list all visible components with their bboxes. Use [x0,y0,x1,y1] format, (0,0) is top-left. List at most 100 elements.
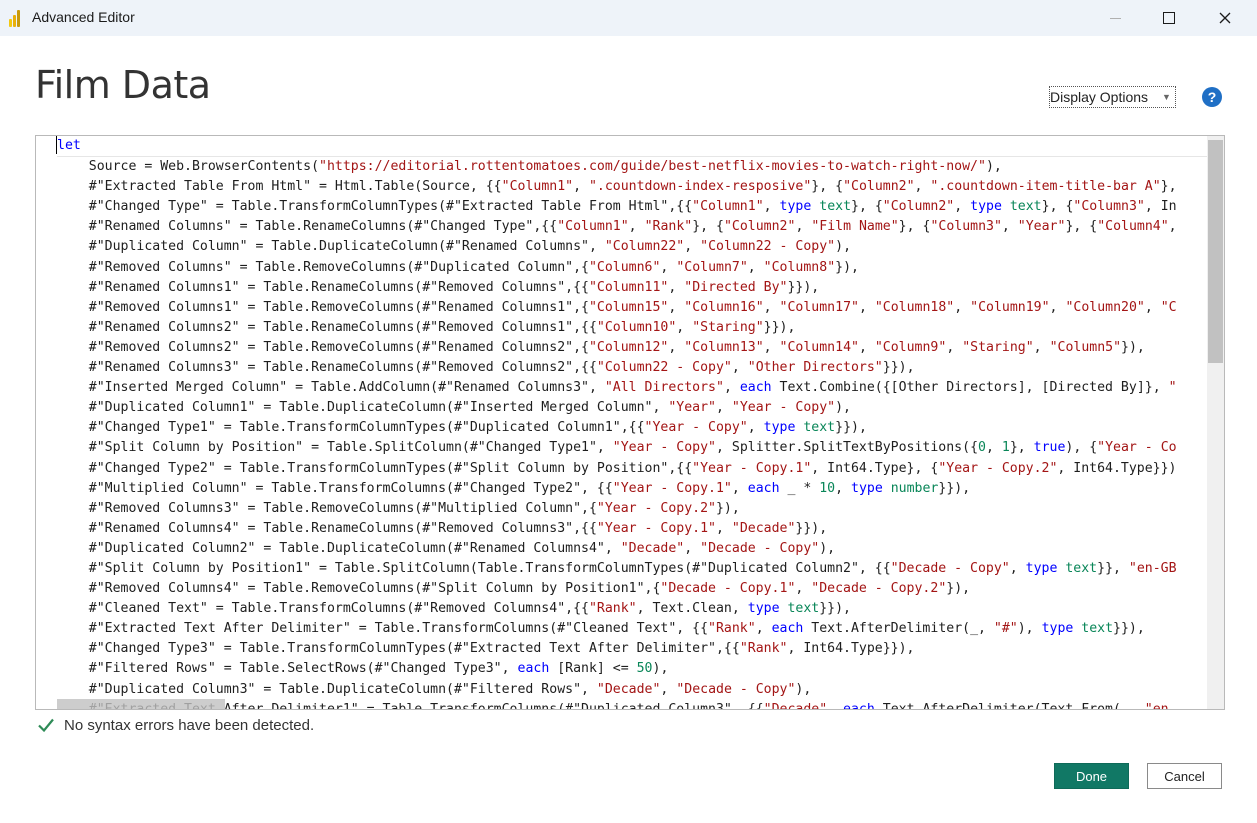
code-token: "Rank" [708,621,756,637]
code-line[interactable]: #"Inserted Merged Column" = Table.AddCol… [57,378,1207,398]
code-token: , [827,702,843,709]
code-token: "#" [993,621,1018,637]
code-token: "Decade" [596,681,661,697]
code-line[interactable]: #"Filtered Rows" = Table.SelectRows(#"Ch… [57,659,1207,679]
maximize-button[interactable] [1146,0,1192,36]
code-line[interactable]: #"Duplicated Column2" = Table.DuplicateC… [57,539,1207,559]
code-line[interactable]: #"Changed Type" = Table.TransformColumnT… [57,197,1207,217]
code-token: , [1168,219,1177,235]
close-button[interactable] [1202,0,1248,36]
code-line[interactable]: #"Renamed Columns1" = Table.RenameColumn… [57,278,1207,298]
code-token: #"Removed Columns4" = Table.RemoveColumn… [57,581,661,597]
code-token: }}), [819,601,851,617]
code-line[interactable]: #"Multiplied Column" = Table.TransformCo… [57,479,1207,499]
code-token: "Column2" [843,179,915,195]
syntax-status-message: No syntax errors have been detected. [64,716,315,734]
code-line[interactable]: #"Duplicated Column3" = Table.DuplicateC… [57,680,1207,700]
code-token: "Column8" [763,259,836,275]
code-token: , [747,259,764,275]
code-line[interactable]: #"Removed Columns4" = Table.RemoveColumn… [57,579,1207,599]
code-token: , [1009,560,1026,576]
code-line[interactable]: #"Extracted Text After Delimiter" = Tabl… [57,619,1207,639]
code-line[interactable]: #"Changed Type2" = Table.TransformColumn… [57,459,1207,479]
code-token: each [843,702,875,709]
code-lines[interactable]: let Source = Web.BrowserContents("https:… [57,136,1207,709]
code-token: ".countdown-index-resposive" [588,179,812,195]
code-line[interactable]: #"Removed Columns3" = Table.RemoveColumn… [57,499,1207,519]
code-token: , [914,179,931,195]
display-options-dropdown[interactable]: Display Options ▼ [1049,86,1176,108]
code-line[interactable]: #"Cleaned Text" = Table.TransformColumns… [57,599,1207,619]
code-line[interactable]: #"Renamed Columns4" = Table.RenameColumn… [57,519,1207,539]
code-token: Text.AfterDelimiter(_, [803,621,994,637]
code-token: "Year - Copy.1" [596,520,716,536]
code-line[interactable]: #"Duplicated Column1" = Table.DuplicateC… [57,398,1207,418]
syntax-status: No syntax errors have been detected. [37,716,314,734]
minimize-button[interactable] [1092,0,1138,36]
code-line[interactable]: #"Removed Columns" = Table.RemoveColumns… [57,258,1207,278]
code-token: 1 [1001,440,1010,456]
code-token: , In [1144,199,1177,215]
code-token: #"Duplicated Column" = Table.DuplicateCo… [57,239,605,255]
code-token: }, { [811,179,844,195]
code-token: "Film Name" [811,219,899,235]
code-token: "Column18" [874,299,955,315]
code-line[interactable]: Source = Web.BrowserContents("https://ed… [57,157,1207,177]
code-line[interactable]: let [57,136,1207,158]
code-token: text [1065,560,1098,576]
code-line[interactable]: #"Removed Columns2" = Table.RemoveColumn… [57,338,1207,358]
vertical-scrollbar[interactable] [1207,136,1224,709]
code-token: 50 [636,661,653,677]
code-token: each [771,621,804,637]
title-bar: Advanced Editor [0,0,1257,36]
code-line[interactable]: #"Split Column by Position1" = Table.Spl… [57,559,1207,579]
code-token: text [819,199,852,215]
code-token: ), { [1065,440,1098,456]
code-line[interactable]: #"Extracted Table From Html" = Html.Tabl… [57,177,1207,197]
code-line[interactable]: #"Renamed Columns2" = Table.RenameColumn… [57,318,1207,338]
code-token: ".countdown-item-title-bar A" [930,179,1161,195]
code-token: }), [835,259,859,275]
code-line[interactable]: #"Split Column by Position" = Table.Spli… [57,438,1207,458]
code-line[interactable]: #"Removed Columns1" = Table.RemoveColumn… [57,298,1207,318]
code-line[interactable]: #"Changed Type1" = Table.TransformColumn… [57,418,1207,438]
code-token: , [858,299,875,315]
code-token: #"Renamed Columns1" = Table.RenameColumn… [57,279,589,295]
code-token: , [755,621,772,637]
done-button[interactable]: Done [1054,763,1129,789]
code-token: ), [819,540,836,556]
code-line[interactable]: #"Changed Type3" = Table.TransformColumn… [57,639,1207,659]
code-token: "Rank" [739,641,788,657]
code-token: ), [795,681,812,697]
code-line[interactable]: #"Renamed Columns" = Table.RenameColumns… [57,217,1207,237]
code-token: 0 [978,440,986,456]
code-token: ), [1017,621,1042,637]
code-line[interactable]: #"Renamed Columns3" = Table.RenameColumn… [57,358,1207,378]
code-token: #"Changed Type3" = Table.TransformColumn… [57,641,740,657]
code-line[interactable]: #"Extracted Text After Delimiter1" = Tab… [57,700,1207,709]
code-token: "Column2" [882,199,955,215]
code-token: "Column17" [779,299,859,315]
code-token: "C [1160,299,1177,315]
vertical-scrollbar-thumb[interactable] [1208,140,1223,363]
code-token: ), [652,661,669,677]
code-token: , [747,420,764,436]
code-token: type [779,199,812,215]
code-token: "Column6" [588,259,661,275]
code-token: #"Filtered Rows" = Table.SelectRows(#"Ch… [57,661,518,677]
code-token: each [517,661,550,677]
cancel-button[interactable]: Cancel [1147,763,1222,789]
page-title: Film Data [35,63,211,107]
code-line[interactable]: #"Duplicated Column" = Table.DuplicateCo… [57,237,1207,257]
code-token: [Rank] <= [549,661,637,677]
horizontal-scrollbar-thumb[interactable] [57,699,225,709]
code-token: "All Directors" [604,380,724,396]
code-token: "Column16" [684,299,764,315]
code-token: }}), [795,520,828,536]
code-token: , [573,179,589,195]
window-title: Advanced Editor [32,9,135,25]
code-editor[interactable]: let Source = Web.BrowserContents("https:… [35,135,1225,710]
code-token: 10 [819,480,836,496]
code-token: , [684,239,701,255]
help-icon[interactable]: ? [1202,87,1222,107]
